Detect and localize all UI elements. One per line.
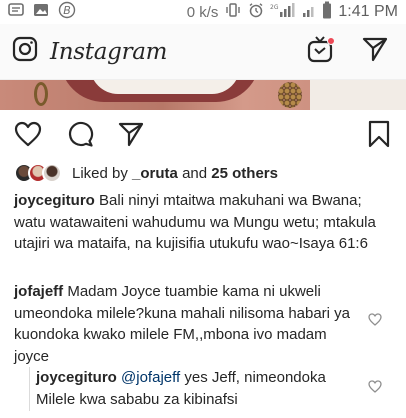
liker-avatars (14, 163, 62, 183)
bookmark-icon[interactable] (368, 120, 390, 153)
status-bar: B 0 k/s 2G 1:41 PM (0, 0, 406, 24)
liked-by-user[interactable]: _oruta (132, 165, 178, 182)
message-icon (8, 2, 24, 22)
signal-icon: 2G (270, 2, 296, 22)
comment: jofajeff Madam Joyce tuambie kama ni ukw… (14, 281, 364, 367)
comment-text: Madam Joyce tuambie kama ni ukweli umeon… (14, 283, 351, 365)
avatar (42, 163, 62, 183)
igtv-icon[interactable] (306, 34, 336, 69)
comment-icon[interactable] (66, 120, 94, 153)
status-right: 0 k/s 2G 1:41 PM (187, 1, 398, 23)
comment-username[interactable]: jofajeff (14, 283, 63, 300)
gallery-icon (33, 2, 49, 22)
clock: 1:41 PM (338, 3, 398, 20)
liked-by-others[interactable]: 25 others (211, 165, 278, 182)
teeth (90, 80, 240, 94)
status-left: B (8, 1, 76, 23)
caption: joycegituro Bali ninyi mtaitwa makuhani … (14, 190, 394, 255)
svg-text:2G: 2G (270, 4, 279, 11)
post-actions (0, 110, 406, 162)
earring-left (34, 82, 48, 106)
vibrate-icon (224, 2, 242, 22)
instagram-logo: Instagram (50, 38, 168, 65)
battery-icon (322, 1, 332, 23)
app-header: Instagram (0, 24, 406, 80)
network-speed: 0 k/s (186, 3, 219, 21)
earring-right (278, 82, 302, 108)
reply-thread-line (29, 367, 30, 411)
background-fabric (310, 80, 406, 110)
reply-comment: joycegituro @jofajeff yes Jeff, nimeondo… (36, 367, 358, 410)
camera-icon[interactable] (12, 36, 38, 67)
direct-message-icon[interactable] (362, 36, 388, 67)
likes-summary[interactable]: Liked by _oruta and 25 others (14, 163, 278, 183)
like-heart-icon[interactable] (14, 121, 42, 152)
comment-username[interactable]: joycegituro (36, 369, 117, 386)
bitcoin-icon: B (58, 1, 76, 23)
alarm-icon (248, 2, 264, 22)
signal-2-icon (302, 2, 316, 22)
comment-mention[interactable]: @jofajeff (121, 369, 180, 386)
svg-text:B: B (63, 4, 71, 17)
comment-username[interactable]: joycegituro (14, 192, 95, 209)
post-image[interactable] (0, 80, 406, 110)
liked-by-and: and (182, 164, 208, 182)
comment-like-heart-icon[interactable] (368, 313, 382, 331)
post-actions-left (14, 120, 144, 153)
header-actions (306, 34, 388, 69)
liked-by-prefix: Liked by (72, 164, 128, 182)
share-icon[interactable] (118, 121, 144, 152)
reply-like-heart-icon[interactable] (368, 380, 382, 398)
